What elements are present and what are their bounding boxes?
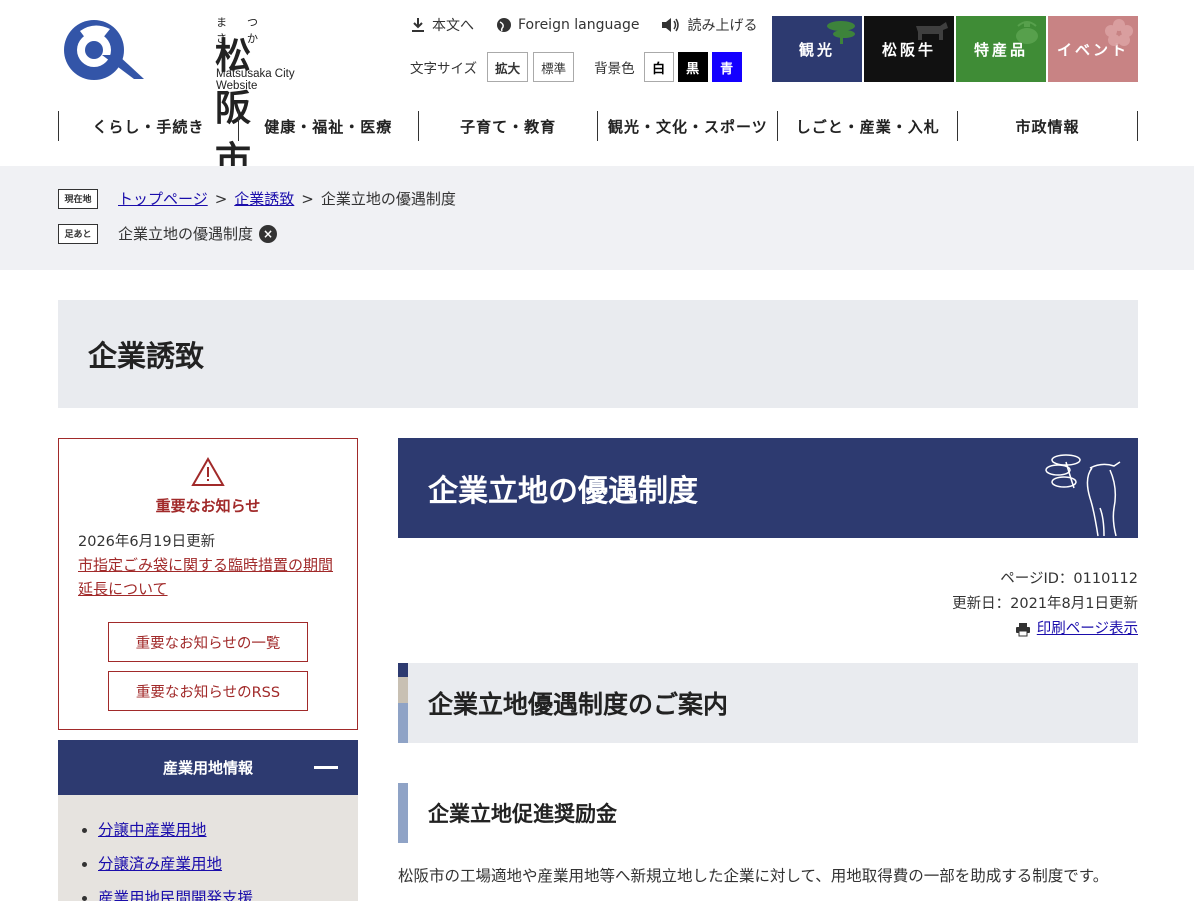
breadcrumb-area: 現在地 トップページ > 企業誘致 > 企業立地の優遇制度 足あと 企業立地の優… [0,166,1194,270]
category-tiles: 観光 松阪牛 特産品 イベント [772,16,1138,82]
teapot-icon [1016,21,1038,44]
notice-list-button[interactable]: 重要なお知らせの一覧 [108,622,308,662]
cherry-blossom-icon [1105,19,1133,46]
tile-tourism[interactable]: 観光 [772,16,862,82]
foreign-language-label: Foreign language [518,17,640,33]
text-size-label: 文字サイズ [410,61,478,77]
collapse-minus-icon[interactable] [314,766,338,769]
gnav-health[interactable]: 健康・福祉・医療 [237,111,418,141]
display-settings: 文字サイズ 拡大 標準 背景色 白 黒 青 [410,51,742,83]
sidenav-item: 産業用地民間開発支援 [98,881,358,901]
logo-name: 松阪市 [215,35,264,181]
breadcrumb-separator: > [214,189,228,208]
gnav-business[interactable]: しごと・産業・入札 [777,111,957,141]
close-icon[interactable]: × [259,224,278,243]
background-color-label: 背景色 [594,61,635,77]
heading-h2-text: 企業立地優遇制度のご案内 [428,690,729,719]
gnav-tourism-culture[interactable]: 観光・文化・スポーツ [597,111,777,141]
logo-subtitle: Matsusaka City Website [216,68,295,92]
body-paragraph: 松阪市の工場適地や産業用地等へ新規立地した企業に対して、用地取得費の一部を助成す… [398,867,1109,885]
printer-icon [1015,623,1030,637]
text-enlarge-button[interactable]: 拡大 [487,52,529,82]
h2-accent-bar [398,663,408,743]
pine-and-cow-illustration-icon [1045,454,1121,537]
pine-tree-icon [827,21,855,44]
print-page-label[interactable]: 印刷ページ表示 [1037,617,1138,642]
heading-h3-text: 企業立地促進奨励金 [428,802,617,826]
history-tag: 足あと [58,223,98,244]
page-title: 企業立地の優遇制度 [398,438,1138,538]
print-page-link[interactable]: 印刷ページ表示 [1015,617,1138,642]
tile-matsusaka-beef[interactable]: 松阪牛 [864,16,954,82]
h3-accent-bar [398,783,408,843]
breadcrumb-company-attraction-link[interactable]: 企業誘致 [234,188,294,209]
notice-date: 2026年6月19日更新 [78,534,216,550]
breadcrumb-current: 企業立地の優遇制度 [320,190,456,208]
sidenav-item: 分譲済み産業用地 [98,847,358,881]
gnav-city-government[interactable]: 市政情報 [957,111,1138,141]
bg-blue-button[interactable]: 青 [711,52,742,82]
globe-icon [497,18,511,32]
warning-icon [78,456,338,491]
history-trail: 足あと 企業立地の優遇制度 × [58,223,278,244]
utility-links: 本文へ Foreign language 読み上げる [410,14,757,36]
sidenav-item: 分譲中産業用地 [98,813,358,847]
gnav-childcare[interactable]: 子育て・教育 [417,111,598,141]
foreign-language-link[interactable]: Foreign language [496,17,639,33]
sidenav-list: 分譲中産業用地 分譲済み産業用地 産業用地民間開発支援 [58,795,358,901]
skip-link[interactable]: 本文へ [410,15,474,35]
current-location-tag: 現在地 [58,188,98,209]
text-standard-button[interactable]: 標準 [533,52,575,82]
tile-events[interactable]: イベント [1048,16,1138,82]
page-updated: 更新日：2021年8月1日更新 [952,596,1138,612]
tile-specialty-products[interactable]: 特産品 [956,16,1046,82]
breadcrumb-top-link[interactable]: トップページ [118,188,208,209]
speaker-icon [662,18,680,32]
heading-h3: 企業立地促進奨励金 [398,783,1138,843]
sidenav-link-for-sale[interactable]: 分譲中産業用地 [98,821,207,839]
important-notice-box: 重要なお知らせ 2026年6月19日更新 市指定ごみ袋に関する臨時措置の期間延長… [58,438,358,730]
notice-title: 重要なお知らせ [155,497,261,515]
site-header: まつ さか 松阪市 Matsusaka City Website 本文へ For… [0,0,1194,181]
section-title: 企業誘致 [58,300,1138,408]
bg-white-button[interactable]: 白 [643,52,674,82]
global-navigation: くらし・手続き 健康・福祉・医療 子育て・教育 観光・文化・スポーツ しごと・産… [58,111,1138,141]
page-title-text: 企業立地の優遇制度 [428,474,698,509]
bg-black-button[interactable]: 黒 [677,52,708,82]
history-item[interactable]: 企業立地の優遇制度 [118,223,253,244]
sidenav-heading-label: 産業用地情報 [162,759,253,777]
page-id: ページID：0110112 [1000,571,1138,587]
breadcrumb-separator: > [301,189,314,208]
sidenav-link-private-dev[interactable]: 産業用地民間開発支援 [98,889,253,901]
skip-link-label: 本文へ [432,18,474,34]
site-logo[interactable]: まつ さか 松阪市 Matsusaka City Website [58,14,308,181]
read-aloud-label: 読み上げる [687,18,758,34]
sidenav-heading[interactable]: 産業用地情報 [58,740,358,795]
notice-rss-button[interactable]: 重要なお知らせのRSS [108,671,308,711]
city-emblem-icon [64,20,144,80]
heading-h2: 企業立地優遇制度のご案内 [398,663,1138,743]
page-meta: ページID：0110112 更新日：2021年8月1日更新 印刷ページ表示 [952,567,1138,646]
sidenav-link-sold[interactable]: 分譲済み産業用地 [98,855,222,873]
breadcrumb: 現在地 トップページ > 企業誘致 > 企業立地の優遇制度 [58,188,456,209]
gnav-living[interactable]: くらし・手続き [58,111,238,141]
notice-link[interactable]: 市指定ごみ袋に関する臨時措置の期間延長について [78,553,338,601]
read-aloud-link[interactable]: 読み上げる [661,15,757,35]
download-arrow-icon [412,18,424,32]
cow-icon [916,22,948,40]
